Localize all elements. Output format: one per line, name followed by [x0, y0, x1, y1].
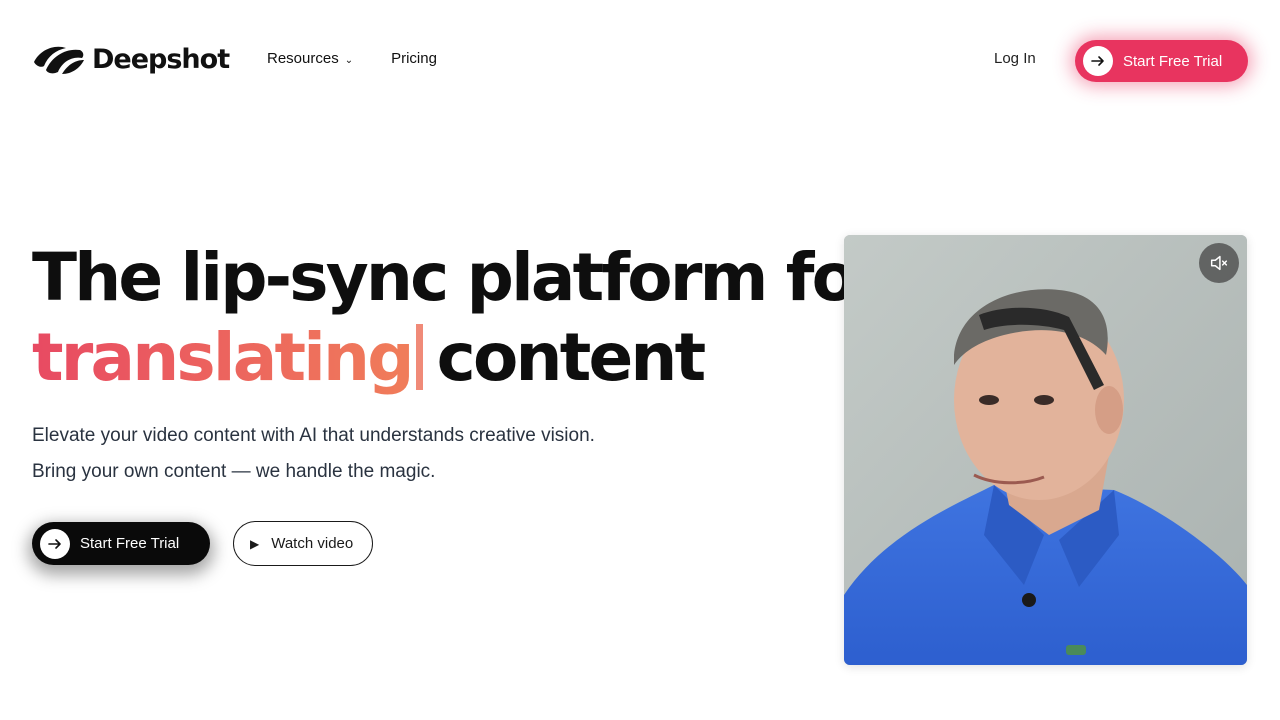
- button-label: Watch video: [271, 535, 354, 552]
- hero-subtitle: Elevate your video content with AI that …: [32, 418, 732, 490]
- mute-toggle-button[interactable]: [1199, 243, 1239, 283]
- button-label: Start Free Trial: [80, 535, 180, 552]
- watch-video-button[interactable]: ▶ Watch video: [233, 521, 373, 566]
- chevron-down-icon: ⌄: [344, 55, 354, 66]
- headline-line-1: The lip-sync platform for: [32, 239, 887, 316]
- headline-line-2-rest: content: [436, 319, 707, 396]
- nav-start-trial-button[interactable]: Start Free Trial: [1075, 40, 1248, 82]
- play-icon: ▶: [250, 536, 260, 551]
- subtitle-line-1: Elevate your video content with AI that …: [32, 425, 595, 446]
- nav-item-resources[interactable]: Resources ⌄: [267, 50, 353, 67]
- nav-item-label: Resources: [267, 50, 339, 67]
- speaker-muted-icon: [1210, 255, 1228, 271]
- arrow-right-icon: [1083, 46, 1113, 76]
- headline-highlight: translating: [32, 319, 414, 396]
- brand-logo[interactable]: Deepshot: [32, 42, 230, 76]
- hero-headline: The lip-sync platform for translating con…: [32, 238, 887, 398]
- hero-start-trial-button[interactable]: Start Free Trial: [32, 522, 210, 565]
- login-link[interactable]: Log In: [994, 50, 1036, 67]
- top-navigation: Deepshot Resources ⌄ Pricing Log In Star…: [0, 0, 1280, 120]
- headline-line-2: translating content: [32, 318, 822, 398]
- deepshot-logo-icon: [34, 46, 84, 74]
- video-frame: [844, 235, 1247, 665]
- arrow-right-icon: [40, 528, 70, 559]
- typing-caret: [415, 324, 423, 390]
- subtitle-line-2: Bring your own content — we handle the m…: [32, 461, 436, 482]
- demo-video-player[interactable]: [844, 235, 1247, 665]
- brand-name: Deepshot: [92, 43, 230, 75]
- nav-item-pricing[interactable]: Pricing: [391, 50, 437, 67]
- nav-item-label: Pricing: [391, 50, 437, 67]
- nav-links: Resources ⌄ Pricing: [267, 50, 437, 67]
- button-label: Start Free Trial: [1123, 52, 1223, 70]
